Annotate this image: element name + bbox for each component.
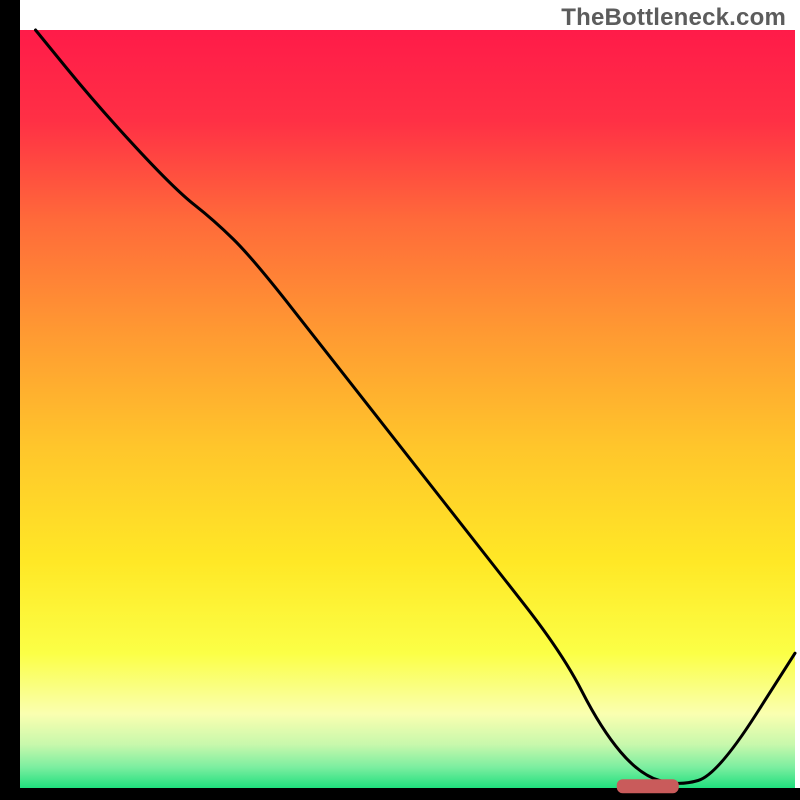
- bottleneck-chart: [0, 0, 800, 800]
- chart-gradient-background: [20, 30, 795, 790]
- chart-container: TheBottleneck.com: [0, 0, 800, 800]
- minimum-marker: [617, 779, 679, 793]
- watermark-label: TheBottleneck.com: [561, 4, 786, 32]
